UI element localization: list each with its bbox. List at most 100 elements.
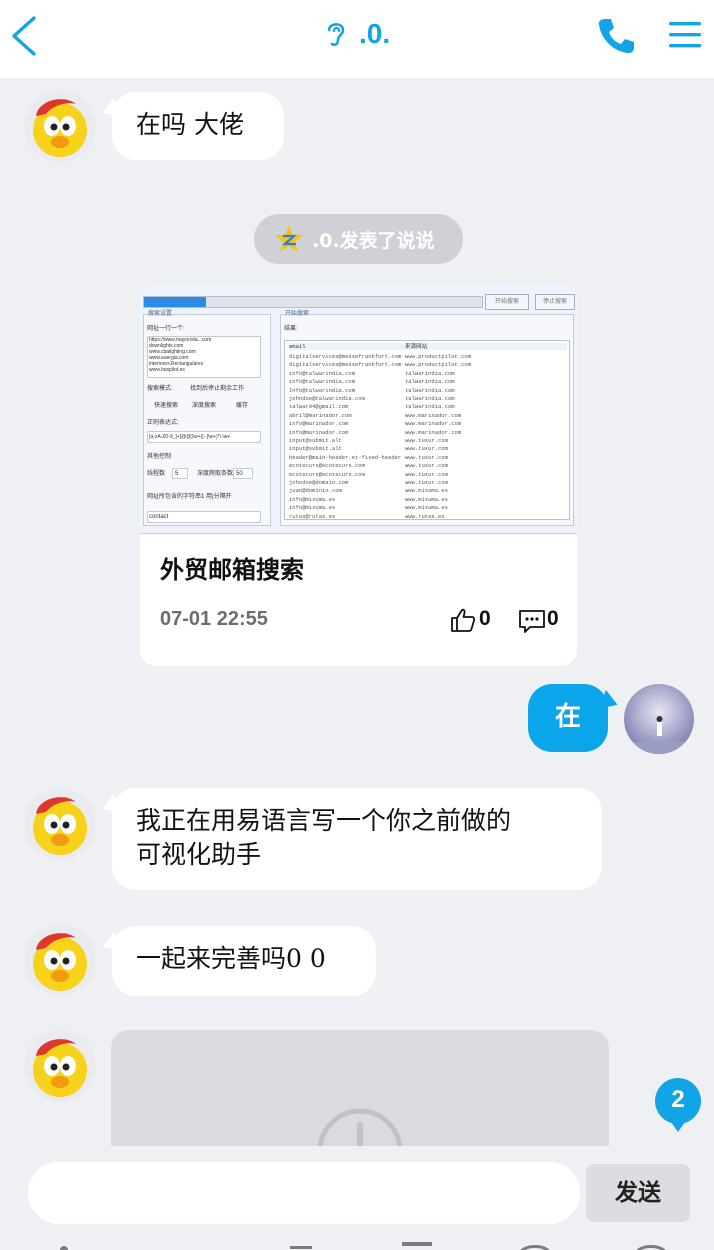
post-title: 外贸邮箱搜索 [160, 556, 304, 584]
result-source-cell: www.tuxur.com [405, 437, 448, 444]
post-time: 07-01 22:55 [160, 608, 268, 630]
qzone-star-icon [275, 225, 303, 252]
duck-avatar-icon [24, 90, 96, 162]
result-email-cell: info@talwarindia.com [289, 369, 356, 377]
duck-avatar-icon [24, 788, 96, 860]
result-source-cell: www.tuxur.com [405, 462, 448, 470]
results-label: 结果: [284, 326, 298, 332]
contact-avatar[interactable] [24, 788, 96, 860]
message-bubble[interactable]: 在吗 大佬 [112, 92, 284, 160]
comment-icon[interactable] [518, 608, 546, 634]
result-email-cell: ecotecurs@ecotecurs.com [289, 462, 365, 470]
menu-icon[interactable] [666, 18, 704, 52]
result-email-cell: johndoe@talwarindia.com [289, 395, 365, 402]
like-count: 0 [479, 607, 491, 630]
message-text: 一起来完善吗0 0 [136, 944, 326, 973]
image-message-loading[interactable] [111, 1030, 609, 1150]
toolbar-icons-partial [60, 1242, 666, 1250]
message-text: 在 [554, 702, 581, 732]
cache-checkbox: 缓存 [236, 403, 249, 409]
settings-panel-title: 搜索设置 [148, 311, 173, 317]
my-message-bubble[interactable]: 在 [528, 684, 608, 752]
result-email-cell: talwar94@gmail.com [289, 403, 349, 411]
deep-search-radio: 深度搜索 [192, 403, 217, 409]
send-button[interactable]: 发送 [586, 1164, 690, 1222]
fast-search-radio: 快速搜索 [154, 403, 179, 409]
loading-clock-icon [317, 1108, 403, 1150]
comment-count: 0 [547, 607, 559, 630]
result-email-cell: ecotecurs@ecotecurs.com [289, 470, 365, 478]
stop-search-button: 停止搜索 [535, 294, 575, 310]
chat-title: .0. [358, 18, 391, 49]
result-source-cell: talwarindia.com [405, 403, 455, 411]
result-email-cell: info@marinador.com [289, 428, 349, 436]
result-email-cell: input@submit.alt [289, 437, 342, 444]
system-notice[interactable]: .0.发表了说说 [254, 214, 463, 264]
result-source-cell: www.rutas.es [405, 512, 445, 520]
result-source-cell: www.tuxur.com [405, 470, 448, 478]
url-contains-value: contact [149, 514, 169, 520]
result-source-cell: www.tuxur.com [405, 479, 448, 486]
duck-avatar-icon [24, 924, 96, 996]
contact-avatar[interactable] [24, 90, 96, 162]
result-source-cell: www.tuxur.com [405, 453, 448, 461]
message-bubble[interactable]: 一起来完善吗0 0 [112, 926, 376, 996]
result-source-cell: www.mixuma.es [405, 504, 448, 512]
contact-avatar[interactable] [24, 1030, 96, 1102]
result-email-cell: input@submit.alt [289, 445, 342, 453]
result-source-cell: www.productpilot.com [405, 353, 472, 360]
chat-header: .0. [0, 0, 714, 78]
result-email-cell: rutas@rutas.es [289, 512, 336, 520]
threads-value: 5 [175, 471, 179, 477]
result-email-cell: info@mixuma.es [289, 504, 336, 512]
result-email-cell: info@mixuma.es [289, 495, 336, 503]
message-text: 在吗 大佬 [136, 110, 244, 139]
shared-post-card[interactable]: 开始搜索 停止搜索 搜索设置 网址一行一个: https://www.mayor… [140, 284, 577, 666]
url-line: www.hospilot.es [149, 367, 185, 373]
message-bubble[interactable]: 我正在用易语言写一个你之前做的 可视化助手 [112, 788, 602, 890]
result-email-cell: header@main-header.et-fixed-header [289, 453, 402, 461]
phone-icon[interactable] [596, 16, 636, 56]
ear-icon [327, 23, 345, 47]
duck-avatar-icon [24, 1030, 96, 1102]
result-email-cell: digitalservices@messefrankfurt.com [289, 361, 402, 369]
message-text-line: 可视化助手 [136, 840, 262, 869]
stop-after-found-checkbox: 找到后停止剩余工作 [190, 386, 245, 392]
result-source-cell: www.tuxur.com [405, 445, 448, 453]
other-control-label: 其他控制 [147, 454, 172, 460]
progress-fill [144, 297, 206, 307]
result-source-cell: talwarindia.com [405, 386, 455, 394]
result-source-cell: www.productpilot.com [405, 361, 472, 369]
threads-label: 线程数 [147, 471, 166, 477]
my-avatar[interactable] [624, 684, 694, 754]
thumbs-up-icon[interactable] [450, 607, 476, 633]
result-email-cell: abril@marinador.com [289, 411, 352, 419]
message-text-line: 我正在用易语言写一个你之前做的 [136, 806, 512, 835]
input-bar: 发送 [0, 1146, 714, 1250]
results-header: email [289, 343, 567, 350]
post-thumbnail: 开始搜索 停止搜索 搜索设置 网址一行一个: https://www.mayor… [140, 284, 577, 534]
user-photo-avatar-icon [624, 684, 694, 754]
result-email-cell: juan@dominio.com [289, 487, 342, 495]
result-email-cell: Info@talwarindia.com [289, 386, 356, 394]
start-search-button: 开始搜索 [485, 294, 529, 310]
result-email-cell: info@talwarindia.com [289, 378, 356, 386]
result-source-cell: www.marinador.com [405, 428, 462, 436]
result-email-cell: johndoe@domain.com [289, 479, 349, 486]
message-input[interactable] [28, 1162, 580, 1224]
result-source-cell: talwarindia.com [405, 369, 455, 377]
result-source-cell: www.marinador.com [405, 411, 462, 419]
result-source-cell: talwarindia.com [405, 395, 455, 402]
results-table: email 来源网站 digitalservices@messefrankfur… [284, 340, 570, 520]
result-source-cell: talwarindia.com [405, 378, 455, 386]
col-email-header: email [289, 343, 306, 350]
depth-value: 50 [236, 471, 243, 477]
notice-text: .0.发表了说说 [312, 230, 435, 252]
result-email-cell: info@marinador.com [289, 420, 349, 428]
result-source-cell: www.mixuma.es [405, 495, 448, 503]
url-label: 网址一行一个: [147, 326, 185, 332]
contact-avatar[interactable] [24, 924, 96, 996]
result-email-cell: digitalservices@messefrankfurt.com [289, 353, 402, 360]
regex-label: 正则表达式: [147, 420, 179, 426]
unread-count-badge[interactable]: 2 [655, 1078, 701, 1132]
